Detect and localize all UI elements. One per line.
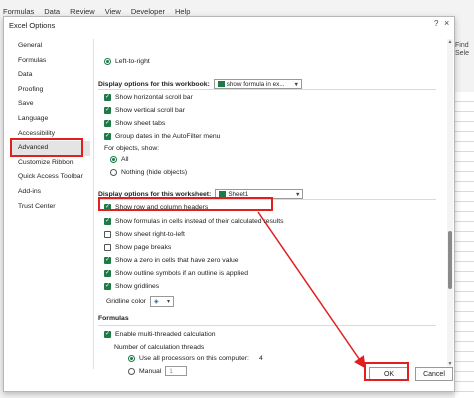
checkbox[interactable]: ✓: [104, 120, 111, 127]
checkbox[interactable]: ✓: [104, 107, 111, 114]
nav-item-trust-center[interactable]: Trust Center: [12, 200, 90, 215]
left-to-right-radio[interactable]: [104, 58, 111, 65]
checkbox[interactable]: ✓: [104, 331, 111, 338]
manual-threads-option[interactable]: Manual 1: [128, 366, 188, 376]
objects-all-radio[interactable]: [110, 156, 117, 163]
cancel-button[interactable]: Cancel: [415, 367, 453, 381]
nav-item-formulas[interactable]: Formulas: [12, 54, 90, 69]
objects-nothing-option[interactable]: Nothing (hide objects): [110, 169, 187, 176]
left-to-right-option[interactable]: Left-to-right: [104, 58, 150, 65]
find-select-label: Find Sele: [455, 42, 470, 57]
show-outline-symbols[interactable]: ✓ Show outline symbols if an outline is …: [104, 270, 248, 277]
for-objects-label: For objects, show:: [104, 145, 160, 152]
show-vertical-scroll-bar[interactable]: ✓ Show vertical scroll bar: [104, 107, 185, 114]
gridline-color-picker[interactable]: ◈ ▾: [150, 296, 175, 307]
show-horizontal-scroll-bar[interactable]: ✓ Show horizontal scroll bar: [104, 94, 193, 101]
manual-radio[interactable]: [128, 367, 135, 375]
show-formulas-highlight-box: [98, 197, 273, 211]
checkbox[interactable]: ✓: [104, 218, 111, 225]
nav-item-language[interactable]: Language: [12, 112, 90, 127]
section-divider: [98, 325, 436, 326]
group-dates-autofilter[interactable]: ✓ Group dates in the AutoFilter menu: [104, 133, 220, 140]
checkbox[interactable]: ✓: [104, 257, 111, 264]
nav-item-quick-access-toolbar[interactable]: Quick Access Toolbar: [12, 170, 90, 185]
checkbox[interactable]: ✓: [104, 94, 111, 101]
enable-multithreaded-calc[interactable]: ✓ Enable multi-threaded calculation: [104, 331, 216, 338]
advanced-highlight-box: [10, 138, 83, 157]
help-icon[interactable]: ?: [434, 19, 438, 28]
worksheet-grid: [455, 92, 474, 398]
checkbox[interactable]: [104, 231, 111, 238]
workbook-section-header: Display options for this workbook: show …: [98, 79, 302, 89]
dialog-title: Excel Options: [9, 21, 56, 30]
checkbox[interactable]: ✓: [104, 270, 111, 277]
nav-item-customize-ribbon[interactable]: Customize Ribbon: [12, 156, 90, 171]
use-all-processors-option[interactable]: Use all processors on this computer: 4: [128, 355, 263, 362]
checkbox[interactable]: ✓: [104, 283, 111, 290]
objects-all-option[interactable]: All: [110, 156, 129, 163]
scroll-up-icon[interactable]: ▲: [447, 39, 453, 45]
show-formulas-in-cells[interactable]: ✓ Show formulas in cells instead of thei…: [104, 218, 284, 225]
nav-item-general[interactable]: General: [12, 39, 90, 54]
nav-item-data[interactable]: Data: [12, 68, 90, 83]
checkbox[interactable]: [104, 244, 111, 251]
workbook-icon: [217, 81, 225, 87]
formulas-section-header: Formulas: [98, 315, 129, 322]
section-divider: [98, 89, 436, 90]
nav-item-save[interactable]: Save: [12, 97, 90, 112]
chevron-down-icon: ▾: [296, 191, 300, 198]
checkbox[interactable]: ✓: [104, 133, 111, 140]
show-zero-values[interactable]: ✓ Show a zero in cells that have zero va…: [104, 257, 239, 264]
chevron-down-icon: ▾: [294, 81, 298, 88]
nav-item-add-ins[interactable]: Add-ins: [12, 185, 90, 200]
options-nav: General Formulas Data Proofing Save Lang…: [12, 39, 90, 214]
gridline-color-row: Gridline color ◈ ▾: [106, 296, 175, 307]
use-all-processors-radio[interactable]: [128, 355, 135, 362]
show-sheet-right-to-left[interactable]: Show sheet right-to-left: [104, 231, 185, 238]
nav-item-proofing[interactable]: Proofing: [12, 83, 90, 98]
processor-count: 4: [258, 355, 263, 362]
ok-highlight-box: [364, 362, 409, 381]
scroll-thumb[interactable]: [448, 231, 452, 289]
show-gridlines[interactable]: ✓ Show gridlines: [104, 283, 159, 290]
chevron-down-icon: ▾: [167, 299, 171, 305]
paint-bucket-icon: ◈: [154, 299, 159, 305]
show-sheet-tabs[interactable]: ✓ Show sheet tabs: [104, 120, 165, 127]
close-icon[interactable]: ×: [444, 18, 449, 28]
options-scrollbar[interactable]: ▲ ▼: [447, 39, 453, 369]
objects-nothing-radio[interactable]: [110, 169, 117, 176]
manual-thread-count[interactable]: 1: [165, 366, 188, 376]
calculation-threads-label: Number of calculation threads: [114, 344, 205, 351]
workbook-dropdown[interactable]: show formula in ex... ▾: [213, 79, 302, 89]
show-page-breaks[interactable]: Show page breaks: [104, 244, 171, 251]
